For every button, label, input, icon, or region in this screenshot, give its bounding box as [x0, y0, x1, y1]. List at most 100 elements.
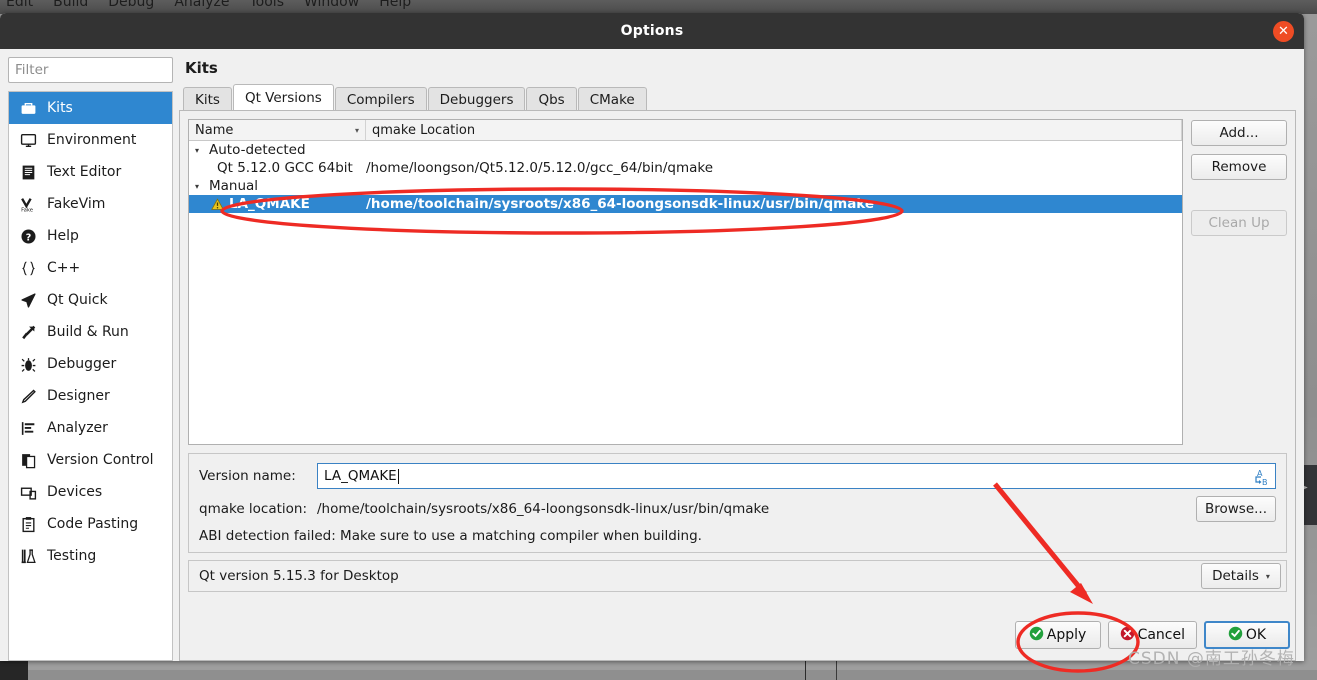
- kits-icon: [19, 99, 37, 117]
- column-header-qmake-location[interactable]: qmake Location: [366, 120, 1182, 140]
- options-sidebar: KitsEnvironment Text Editor FakeFakeVim …: [8, 57, 173, 661]
- qt-version-status-bar: Qt version 5.15.3 for Desktop Details ▾: [188, 560, 1287, 592]
- tree-header-row: Name ▾ qmake Location: [189, 120, 1182, 141]
- apply-button[interactable]: Apply: [1014, 621, 1101, 649]
- sidebar-item-analyzer[interactable]: Analyzer: [9, 412, 172, 444]
- apply-button-label: Apply: [1046, 627, 1087, 643]
- column-header-qmake-location-label: qmake Location: [372, 122, 476, 138]
- ide-menu-edit[interactable]: Edit: [6, 0, 33, 9]
- screenshot-root: EditBuildDebugAnalyzeToolsWindowHelp ➤ O…: [0, 0, 1317, 680]
- csdn-watermark: CSDN @南工孙冬梅: [1128, 649, 1295, 669]
- table-row[interactable]: Qt 5.12.0 GCC 64bit/home/loongson/Qt5.12…: [189, 159, 1182, 177]
- sidebar-item-code-pasting[interactable]: Code Pasting: [9, 508, 172, 540]
- sidebar-item-label: Version Control: [47, 452, 154, 468]
- sidebar-item-label: FakeVim: [47, 196, 106, 212]
- text-caret: [397, 468, 399, 484]
- ok-button-label: OK: [1245, 627, 1267, 643]
- sidebar-item-label: Qt Quick: [47, 292, 108, 308]
- tab-cmake[interactable]: CMake: [577, 87, 647, 111]
- table-row[interactable]: LA_QMAKE/home/toolchain/sysroots/x86_64-…: [189, 195, 1182, 213]
- copy-pages-icon: [19, 451, 37, 469]
- tree-side-buttons: Add... Remove Clean Up: [1191, 119, 1287, 445]
- sidebar-item-designer[interactable]: Designer: [9, 380, 172, 412]
- sidebar-item-label: Designer: [47, 388, 110, 404]
- add-button[interactable]: Add...: [1191, 120, 1287, 146]
- sidebar-item-kits[interactable]: Kits: [9, 92, 172, 124]
- table-row[interactable]: ▾ Manual: [189, 177, 1182, 195]
- bar-chart-icon: [19, 419, 37, 437]
- tab-qt-versions[interactable]: Qt Versions: [232, 84, 334, 111]
- column-header-name[interactable]: Name ▾: [189, 120, 366, 140]
- close-icon[interactable]: ✕: [1273, 21, 1294, 42]
- column-header-name-label: Name: [195, 122, 234, 138]
- sidebar-item-label: Debugger: [47, 356, 117, 372]
- details-button[interactable]: Details ▾: [1201, 563, 1281, 589]
- flask-icon: [19, 547, 37, 565]
- paper-plane-icon: [19, 291, 37, 309]
- sidebar-item-c[interactable]: C++: [9, 252, 172, 284]
- sidebar-item-label: Testing: [47, 548, 97, 564]
- sidebar-item-label: Analyzer: [47, 420, 108, 436]
- sidebar-item-qt-quick[interactable]: Qt Quick: [9, 284, 172, 316]
- version-name-label: Version name:: [199, 468, 296, 484]
- check-circle-green-icon: [1228, 626, 1243, 645]
- chevron-down-icon[interactable]: ▾: [195, 146, 204, 155]
- clean-up-button: Clean Up: [1191, 210, 1287, 236]
- qt-versions-panel: Name ▾ qmake Location ▾ Auto-detected Qt 5…: [179, 110, 1296, 661]
- svg-text:B: B: [1262, 478, 1268, 486]
- dialog-footer: Apply Cancel OK: [0, 615, 1304, 661]
- sidebar-item-version-control[interactable]: Version Control: [9, 444, 172, 476]
- cell-name: LA_QMAKE: [189, 196, 366, 212]
- ide-menu-analyze[interactable]: Analyze: [174, 0, 229, 9]
- svg-text:Fake: Fake: [21, 207, 33, 213]
- svg-text:?: ?: [25, 232, 31, 243]
- ide-menu-tools[interactable]: Tools: [250, 0, 285, 9]
- ide-menu-build[interactable]: Build: [53, 0, 88, 9]
- version-name-row: Version name: LA_QMAKE A B: [199, 463, 1276, 489]
- tree-group-label: Auto-detected: [209, 142, 306, 158]
- sidebar-item-debugger[interactable]: Debugger: [9, 348, 172, 380]
- cross-circle-red-icon: [1120, 626, 1135, 645]
- clipboard-icon: [19, 515, 37, 533]
- sidebar-item-label: Build & Run: [47, 324, 129, 340]
- braces-icon: [19, 259, 37, 277]
- filter-input[interactable]: [8, 57, 173, 83]
- dialog-titlebar: Options ✕: [0, 13, 1304, 49]
- remove-button[interactable]: Remove: [1191, 154, 1287, 180]
- sidebar-item-devices[interactable]: Devices: [9, 476, 172, 508]
- ide-menubar: Edit Build Debug Analyze Tools Window Help: [0, 0, 1317, 14]
- ide-menubar-list: Edit Build Debug Analyze Tools Window Help: [0, 0, 1317, 9]
- qmake-location-row: qmake location: /home/toolchain/sysroots…: [199, 496, 1276, 522]
- sidebar-item-help[interactable]: ? Help: [9, 220, 172, 252]
- ide-menu-debug[interactable]: Debug: [108, 0, 154, 9]
- options-dialog: Options ✕ Kits Environment Text Editor Fa…: [0, 13, 1304, 661]
- ide-menu-window[interactable]: Window: [304, 0, 359, 9]
- chevron-down-icon[interactable]: ▾: [195, 182, 204, 191]
- text-document-icon: [19, 163, 37, 181]
- sidebar-item-fakevim[interactable]: Fake FakeVim: [9, 188, 172, 220]
- version-name-input[interactable]: LA_QMAKE A B: [317, 463, 1276, 489]
- tab-debuggers[interactable]: Debuggers: [427, 87, 526, 111]
- cell-name: Qt 5.12.0 GCC 64bit: [189, 160, 366, 176]
- sort-caret-icon: ▾: [354, 125, 359, 135]
- warning-triangle-icon: [211, 197, 224, 211]
- qmake-location-label: qmake location:: [199, 501, 308, 517]
- ide-menu-help[interactable]: Help: [379, 0, 411, 9]
- tab-compilers[interactable]: Compilers: [334, 87, 427, 111]
- rename-ab-icon[interactable]: A B: [1254, 468, 1269, 490]
- sidebar-item-environment[interactable]: Environment: [9, 124, 172, 156]
- qt-versions-tree[interactable]: Name ▾ qmake Location ▾ Auto-detected Qt 5…: [188, 119, 1183, 445]
- monitor-icon: [19, 131, 37, 149]
- hammer-icon: [19, 323, 37, 341]
- table-row[interactable]: ▾ Auto-detected: [189, 141, 1182, 159]
- sidebar-item-build-run[interactable]: Build & Run: [9, 316, 172, 348]
- sidebar-item-text-editor[interactable]: Text Editor: [9, 156, 172, 188]
- browse-button[interactable]: Browse...: [1196, 496, 1276, 522]
- tab-kits[interactable]: Kits: [183, 87, 232, 111]
- tab-qbs[interactable]: Qbs: [526, 87, 577, 111]
- cell-qmake-location: /home/loongson/Qt5.12.0/5.12.0/gcc_64/bi…: [366, 160, 714, 176]
- sidebar-item-label: C++: [47, 260, 81, 276]
- sidebar-item-testing[interactable]: Testing: [9, 540, 172, 572]
- qt-version-status-text: Qt version 5.15.3 for Desktop: [199, 568, 399, 584]
- version-name-value: LA_QMAKE: [324, 468, 397, 484]
